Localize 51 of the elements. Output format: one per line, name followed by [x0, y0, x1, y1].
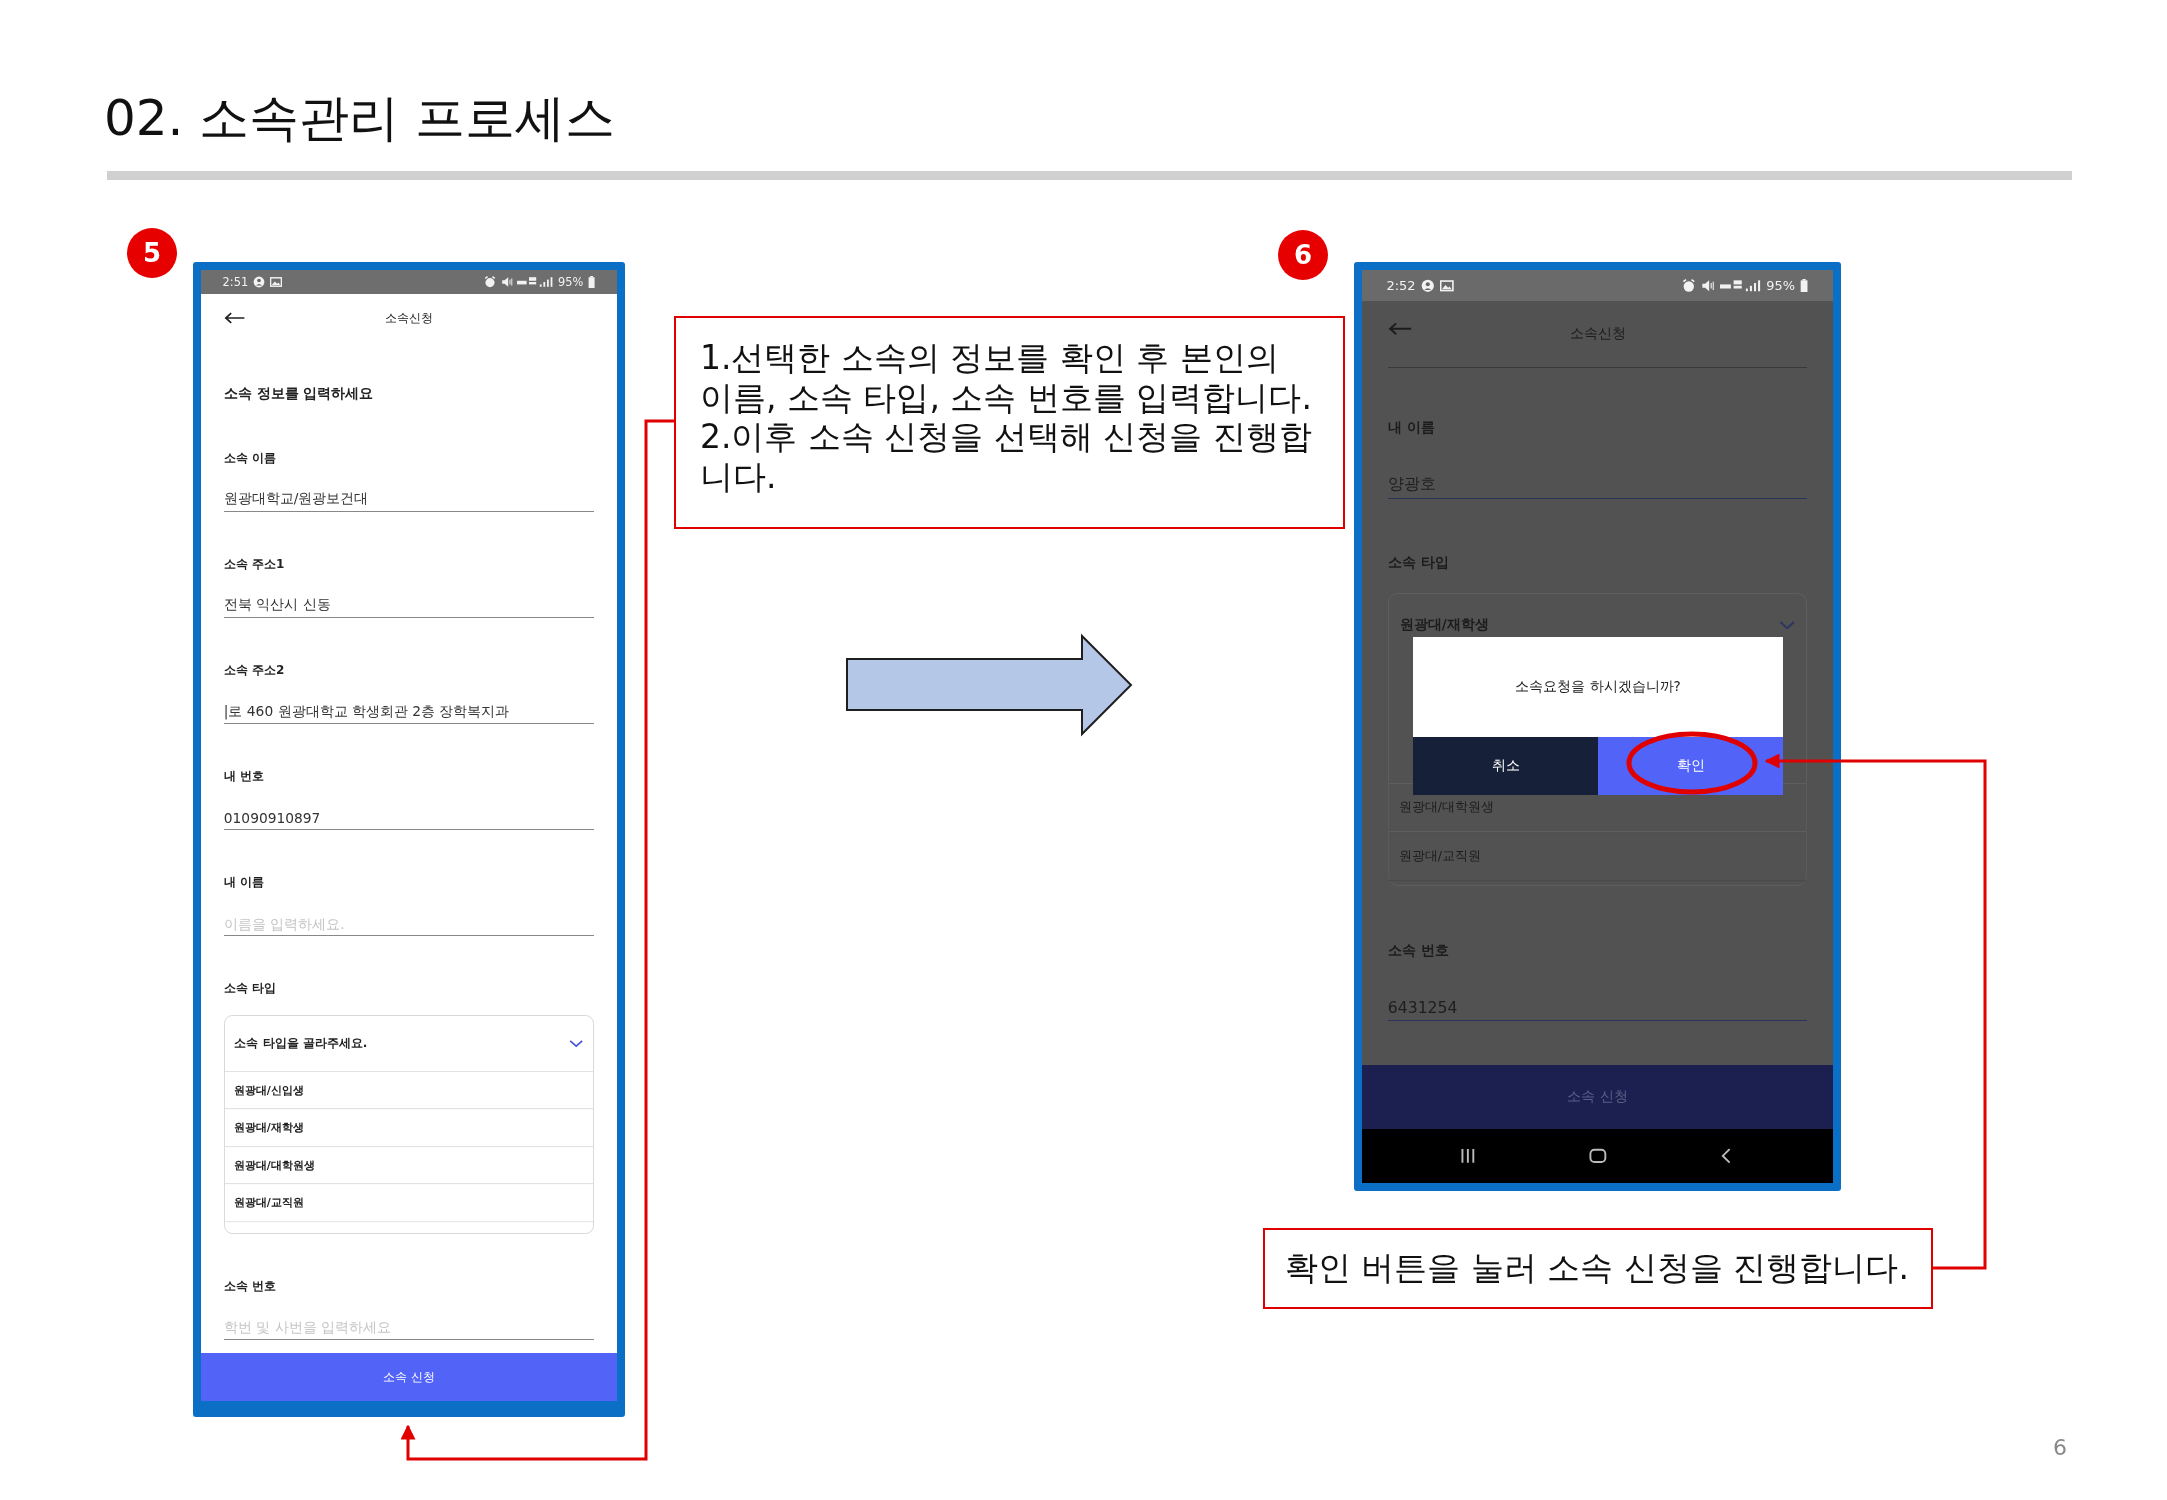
image-icon	[1439, 278, 1454, 293]
image-icon	[269, 276, 282, 288]
submit-button[interactable]: 소속 신청	[201, 1353, 617, 1401]
step-badge: 5	[127, 228, 177, 278]
dropdown-option[interactable]: 원광대/대학원생	[224, 1145, 594, 1184]
battery-icon	[588, 276, 596, 288]
dropdown[interactable]: 소속 타입을 골라주세요. 원광대/신입생 원광대/재학생 원광대/대학원생 원광대/교직원	[223, 1014, 595, 1234]
screen-title: 소속신청	[385, 309, 433, 327]
chevron-down-icon	[1779, 619, 1796, 631]
status-time: 2:51	[222, 275, 249, 289]
callout-text: 2.이후 소속 신청을 선택해 신청을 진행합니다.	[700, 417, 1313, 497]
dialog-message: 소속요청을 하시겠습니까?	[1514, 676, 1682, 696]
step-badge: 6	[1278, 230, 1328, 280]
alarm-icon	[483, 276, 496, 288]
back-arrow-icon	[223, 312, 246, 324]
field-label: 소속 주소2	[223, 661, 286, 679]
callout-text: 1.선택한 소속의 정보를 확인 후 본인의 이름, 소속 타입, 소속 번호를 입력합니다.	[700, 338, 1313, 418]
person-icon	[1420, 278, 1435, 293]
slide-title: 02. 소속관리 프로세스	[104, 88, 616, 148]
battery-percent: 95%	[558, 275, 584, 289]
page-number: 6	[2053, 1435, 2067, 1460]
back-arrow-icon	[1387, 321, 1413, 336]
mute-icon	[500, 276, 513, 288]
field-label: 소속 번호	[223, 1277, 277, 1295]
field-label: 소속 타입	[223, 979, 277, 997]
field-label: 내 이름	[223, 873, 265, 891]
input-field[interactable]: 원광대학교/원광보건대	[223, 491, 595, 512]
dropdown-option[interactable]: 원광대/재학생	[224, 1108, 594, 1146]
dropdown-option[interactable]: 원광대/신입생	[224, 1071, 594, 1109]
dropdown-prompt: 소속 타입을 골라주세요.	[234, 1034, 368, 1052]
input-field[interactable]: 전북 익산시 신동	[223, 597, 595, 618]
dropdown-option[interactable]: 원광대/교직원	[224, 1183, 594, 1221]
input-field[interactable]: 이름을 입력하세요.	[223, 915, 595, 937]
person-icon	[253, 276, 265, 288]
mute-icon	[1701, 278, 1715, 293]
status-time: 2:52	[1386, 278, 1416, 294]
field-label: 소속 이름	[223, 449, 277, 467]
form-heading: 소속 정보를 입력하세요	[223, 384, 375, 403]
input-field[interactable]: 학번 및 사번을 입력하세요	[223, 1319, 595, 1340]
field-label: 소속 주소1	[223, 555, 286, 573]
field-label: 내 번호	[223, 767, 265, 785]
input-field[interactable]: |로 460 원광대학교 학생회관 2층 장학복지과	[223, 703, 595, 724]
chevron-down-icon	[569, 1038, 584, 1049]
signal-icons-drawing	[1720, 278, 1761, 293]
signal-icons-drawing	[517, 276, 554, 288]
input-field[interactable]: 01090910897	[223, 809, 595, 830]
battery-percent: 95%	[1766, 278, 1795, 294]
alarm-icon	[1681, 278, 1696, 293]
battery-icon	[1800, 278, 1809, 293]
callout-text: 확인 버튼을 눌러 소속 신청을 진행합니다.	[1285, 1247, 1909, 1289]
cancel-button[interactable]: 취소	[1413, 736, 1598, 796]
